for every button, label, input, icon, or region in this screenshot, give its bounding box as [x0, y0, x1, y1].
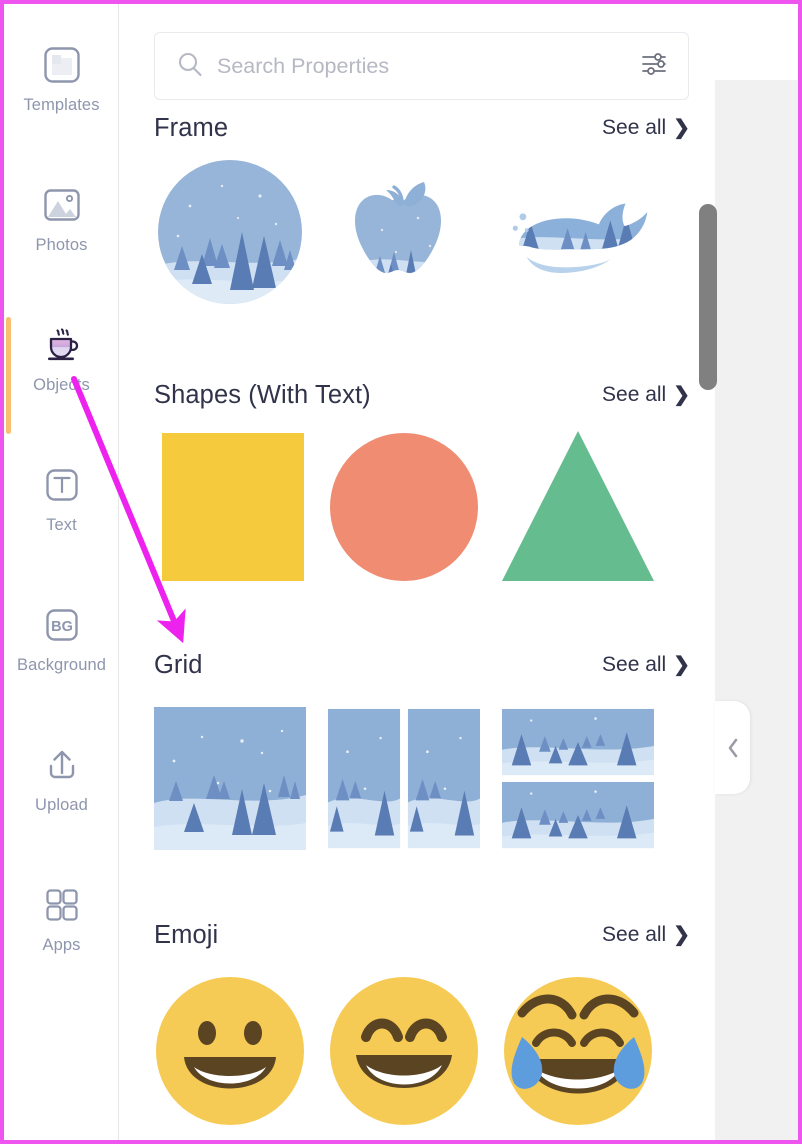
shape-item-triangle[interactable]	[502, 431, 654, 583]
chevron-right-icon: ❯	[673, 924, 690, 946]
search-input[interactable]	[217, 53, 640, 79]
section-title: Grid	[154, 650, 203, 679]
panel-top-mask	[119, 4, 715, 32]
sidebar-item-text[interactable]: Text	[4, 439, 119, 557]
see-all-frame[interactable]: See all ❯	[602, 116, 690, 140]
section-shapes: Shapes (With Text) See all ❯	[119, 375, 715, 583]
emoji-item-grinning-smiling-eyes[interactable]	[328, 975, 480, 1127]
shape-item-square[interactable]	[154, 431, 306, 583]
sidebar-item-label: Templates	[23, 96, 100, 115]
sidebar-item-templates[interactable]: Templates	[4, 19, 119, 137]
search-bar	[154, 32, 689, 100]
upload-icon	[39, 742, 85, 788]
chevron-right-icon: ❯	[673, 117, 690, 139]
section-title: Shapes (With Text)	[154, 380, 371, 409]
see-all-label: See all	[602, 383, 667, 406]
section-title: Emoji	[154, 920, 219, 949]
see-all-label: See all	[602, 923, 667, 946]
grid-item-two-column[interactable]	[328, 707, 480, 850]
shape-item-row	[154, 431, 680, 583]
panel-collapse-button[interactable]	[715, 701, 750, 794]
sidebar-item-upload[interactable]: Upload	[4, 719, 119, 837]
see-all-label: See all	[602, 653, 667, 676]
search-icon	[177, 51, 203, 82]
sidebar-item-label: Apps	[42, 936, 81, 955]
emoji-item-grinning[interactable]	[154, 975, 306, 1127]
see-all-grid[interactable]: See all ❯	[602, 653, 690, 677]
section-title: Frame	[154, 113, 229, 142]
sidebar-item-label: Photos	[35, 236, 88, 255]
sidebar-item-label: Text	[46, 516, 77, 535]
see-all-emoji[interactable]: See all ❯	[602, 923, 690, 947]
left-sidebar-rail: Templates Photos Objects Text BG Backgro…	[4, 4, 119, 1140]
frame-item-row	[154, 158, 680, 306]
sidebar-item-label: Upload	[35, 796, 88, 815]
coffee-cup-icon	[39, 322, 85, 368]
shape-item-circle[interactable]	[328, 431, 480, 583]
svg-text:BG: BG	[51, 619, 73, 635]
grid-item-row	[154, 707, 680, 850]
emoji-item-row	[154, 975, 680, 1127]
grid-item-two-row[interactable]	[502, 707, 654, 850]
emoji-item-tears-of-joy[interactable]	[502, 975, 654, 1127]
panel-scrollbar[interactable]	[699, 204, 717, 390]
grid-item-single[interactable]	[154, 707, 306, 850]
canvas-area	[715, 80, 798, 1140]
bg-icon: BG	[39, 602, 85, 648]
section-header: Emoji See all ❯	[154, 915, 690, 955]
section-header: Frame See all ❯	[154, 108, 690, 148]
frame-item-whale[interactable]	[502, 158, 654, 306]
section-emoji: Emoji See all ❯	[119, 915, 715, 1127]
sidebar-item-label: Background	[16, 656, 107, 675]
sliders-filter-icon[interactable]	[640, 50, 668, 83]
section-header: Grid See all ❯	[154, 645, 690, 685]
templates-icon	[39, 42, 85, 88]
chevron-right-icon: ❯	[673, 384, 690, 406]
section-grid: Grid See all ❯	[119, 645, 715, 850]
sidebar-item-photos[interactable]: Photos	[4, 159, 119, 277]
frame-item-apple[interactable]	[328, 158, 480, 306]
section-frame: Frame See all ❯	[119, 108, 715, 306]
sidebar-item-objects[interactable]: Objects	[4, 299, 119, 417]
apps-grid-icon	[39, 882, 85, 928]
sidebar-item-background[interactable]: BG Background	[4, 579, 119, 697]
objects-panel: Frame See all ❯ Shapes (With Text) See a…	[119, 4, 715, 1140]
text-t-icon	[39, 462, 85, 508]
chevron-left-icon	[728, 738, 737, 757]
photo-icon	[39, 182, 85, 228]
chevron-right-icon: ❯	[673, 654, 690, 676]
see-all-label: See all	[602, 116, 667, 139]
app-window: Templates Photos Objects Text BG Backgro…	[0, 0, 802, 1144]
frame-item-circle[interactable]	[154, 158, 306, 306]
section-header: Shapes (With Text) See all ❯	[154, 375, 690, 415]
panel-scroll-body: Frame See all ❯ Shapes (With Text) See a…	[119, 100, 715, 1140]
see-all-shapes[interactable]: See all ❯	[602, 383, 690, 407]
sidebar-item-apps[interactable]: Apps	[4, 859, 119, 977]
sidebar-item-label: Objects	[33, 376, 90, 395]
